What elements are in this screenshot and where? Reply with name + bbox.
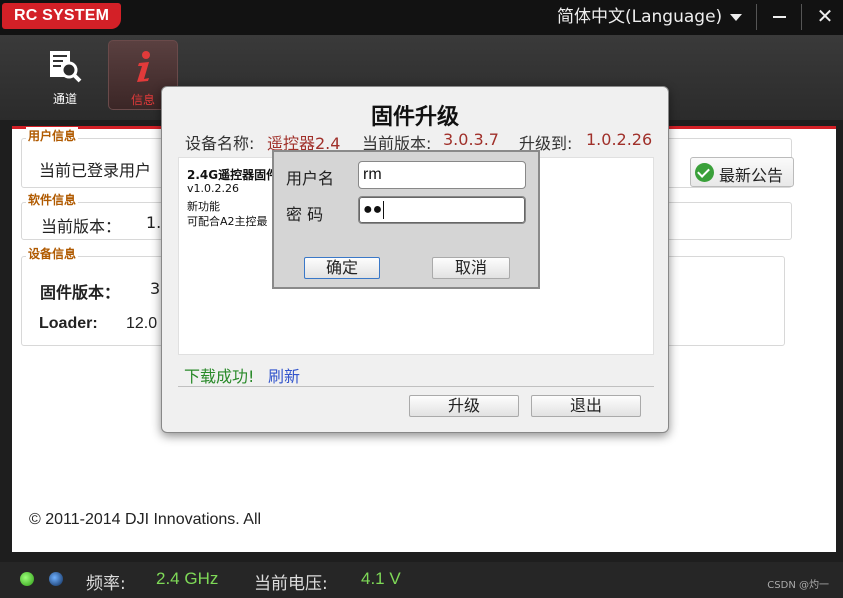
release-note-line: 2.4G遥控器固件 <box>187 168 279 182</box>
current-version-value: 3.0.3.7 <box>443 130 499 149</box>
refresh-link[interactable]: 刷新 <box>268 363 300 387</box>
title-bar: RC SYSTEM 简体中文(Language) ✕ <box>0 0 843 35</box>
username-label: 用户名 <box>286 169 335 188</box>
title-divider <box>756 4 757 30</box>
firmware-version-value: 3 <box>150 279 161 298</box>
device-name-label: 设备名称: <box>185 134 255 153</box>
firmware-version-label: 固件版本： <box>40 283 121 302</box>
close-button[interactable]: ✕ <box>812 4 838 30</box>
password-field[interactable]: ●● <box>358 196 526 224</box>
app-logo: RC SYSTEM <box>2 3 122 29</box>
check-icon <box>695 163 714 182</box>
software-info-title: 软件信息 <box>26 191 79 208</box>
cancel-button[interactable]: 取消 <box>432 257 510 279</box>
title-divider <box>801 4 802 30</box>
release-note-line: 新功能 <box>187 200 220 213</box>
latest-notice-button[interactable]: 最新公告 <box>690 157 794 187</box>
device-info-title: 设备信息 <box>26 245 79 262</box>
upgrade-to-value: 1.0.2.26 <box>586 130 653 149</box>
chevron-down-icon <box>730 13 743 21</box>
confirm-button[interactable]: 确定 <box>304 257 380 279</box>
latest-notice-label: 最新公告 <box>719 166 784 185</box>
login-dialog: 用户名 rm 密 码 ●● 确定 取消 <box>272 150 540 289</box>
language-selector[interactable]: 简体中文(Language) <box>557 4 743 30</box>
voltage-value: 4.1 V <box>361 569 401 588</box>
connection-led-icon <box>20 572 34 586</box>
release-note-line: 可配合A2主控最 <box>187 215 268 228</box>
text-cursor <box>383 200 385 219</box>
voltage-label: 当前电压: <box>254 574 328 594</box>
frequency-value: 2.4 GHz <box>156 569 219 588</box>
frequency-label: 频率: <box>86 574 126 594</box>
info-icon <box>137 51 150 82</box>
channel-search-icon <box>50 51 82 83</box>
password-label: 密 码 <box>286 205 324 224</box>
copyright-text: © 2011-2014 DJI Innovations. All <box>29 511 262 528</box>
tab-channel[interactable]: 通道 <box>30 40 100 110</box>
tab-channel-label: 通道 <box>52 92 77 106</box>
signal-led-icon <box>49 572 63 586</box>
username-field[interactable]: rm <box>358 161 526 189</box>
user-info-title: 用户信息 <box>26 127 79 144</box>
release-note-line: v1.0.2.26 <box>187 182 239 195</box>
software-version-label: 当前版本： <box>41 217 122 236</box>
watermark: CSDN @灼一 <box>767 580 829 591</box>
language-label: 简体中文(Language) <box>557 7 723 27</box>
upgrade-button[interactable]: 升级 <box>409 395 519 417</box>
download-status: 下载成功! <box>184 367 255 386</box>
dialog-title: 固件升级 <box>370 105 459 130</box>
status-bar: 频率: 2.4 GHz 当前电压: 4.1 V CSDN @灼一 <box>0 562 843 598</box>
password-mask: ●● <box>363 201 383 218</box>
loader-value: 12.0 <box>126 315 158 332</box>
loader-label: Loader: <box>39 315 98 332</box>
dialog-divider <box>178 386 654 387</box>
minimize-button[interactable] <box>767 4 793 30</box>
logged-in-user-text: 当前已登录用户 <box>39 161 152 180</box>
exit-button[interactable]: 退出 <box>531 395 641 417</box>
